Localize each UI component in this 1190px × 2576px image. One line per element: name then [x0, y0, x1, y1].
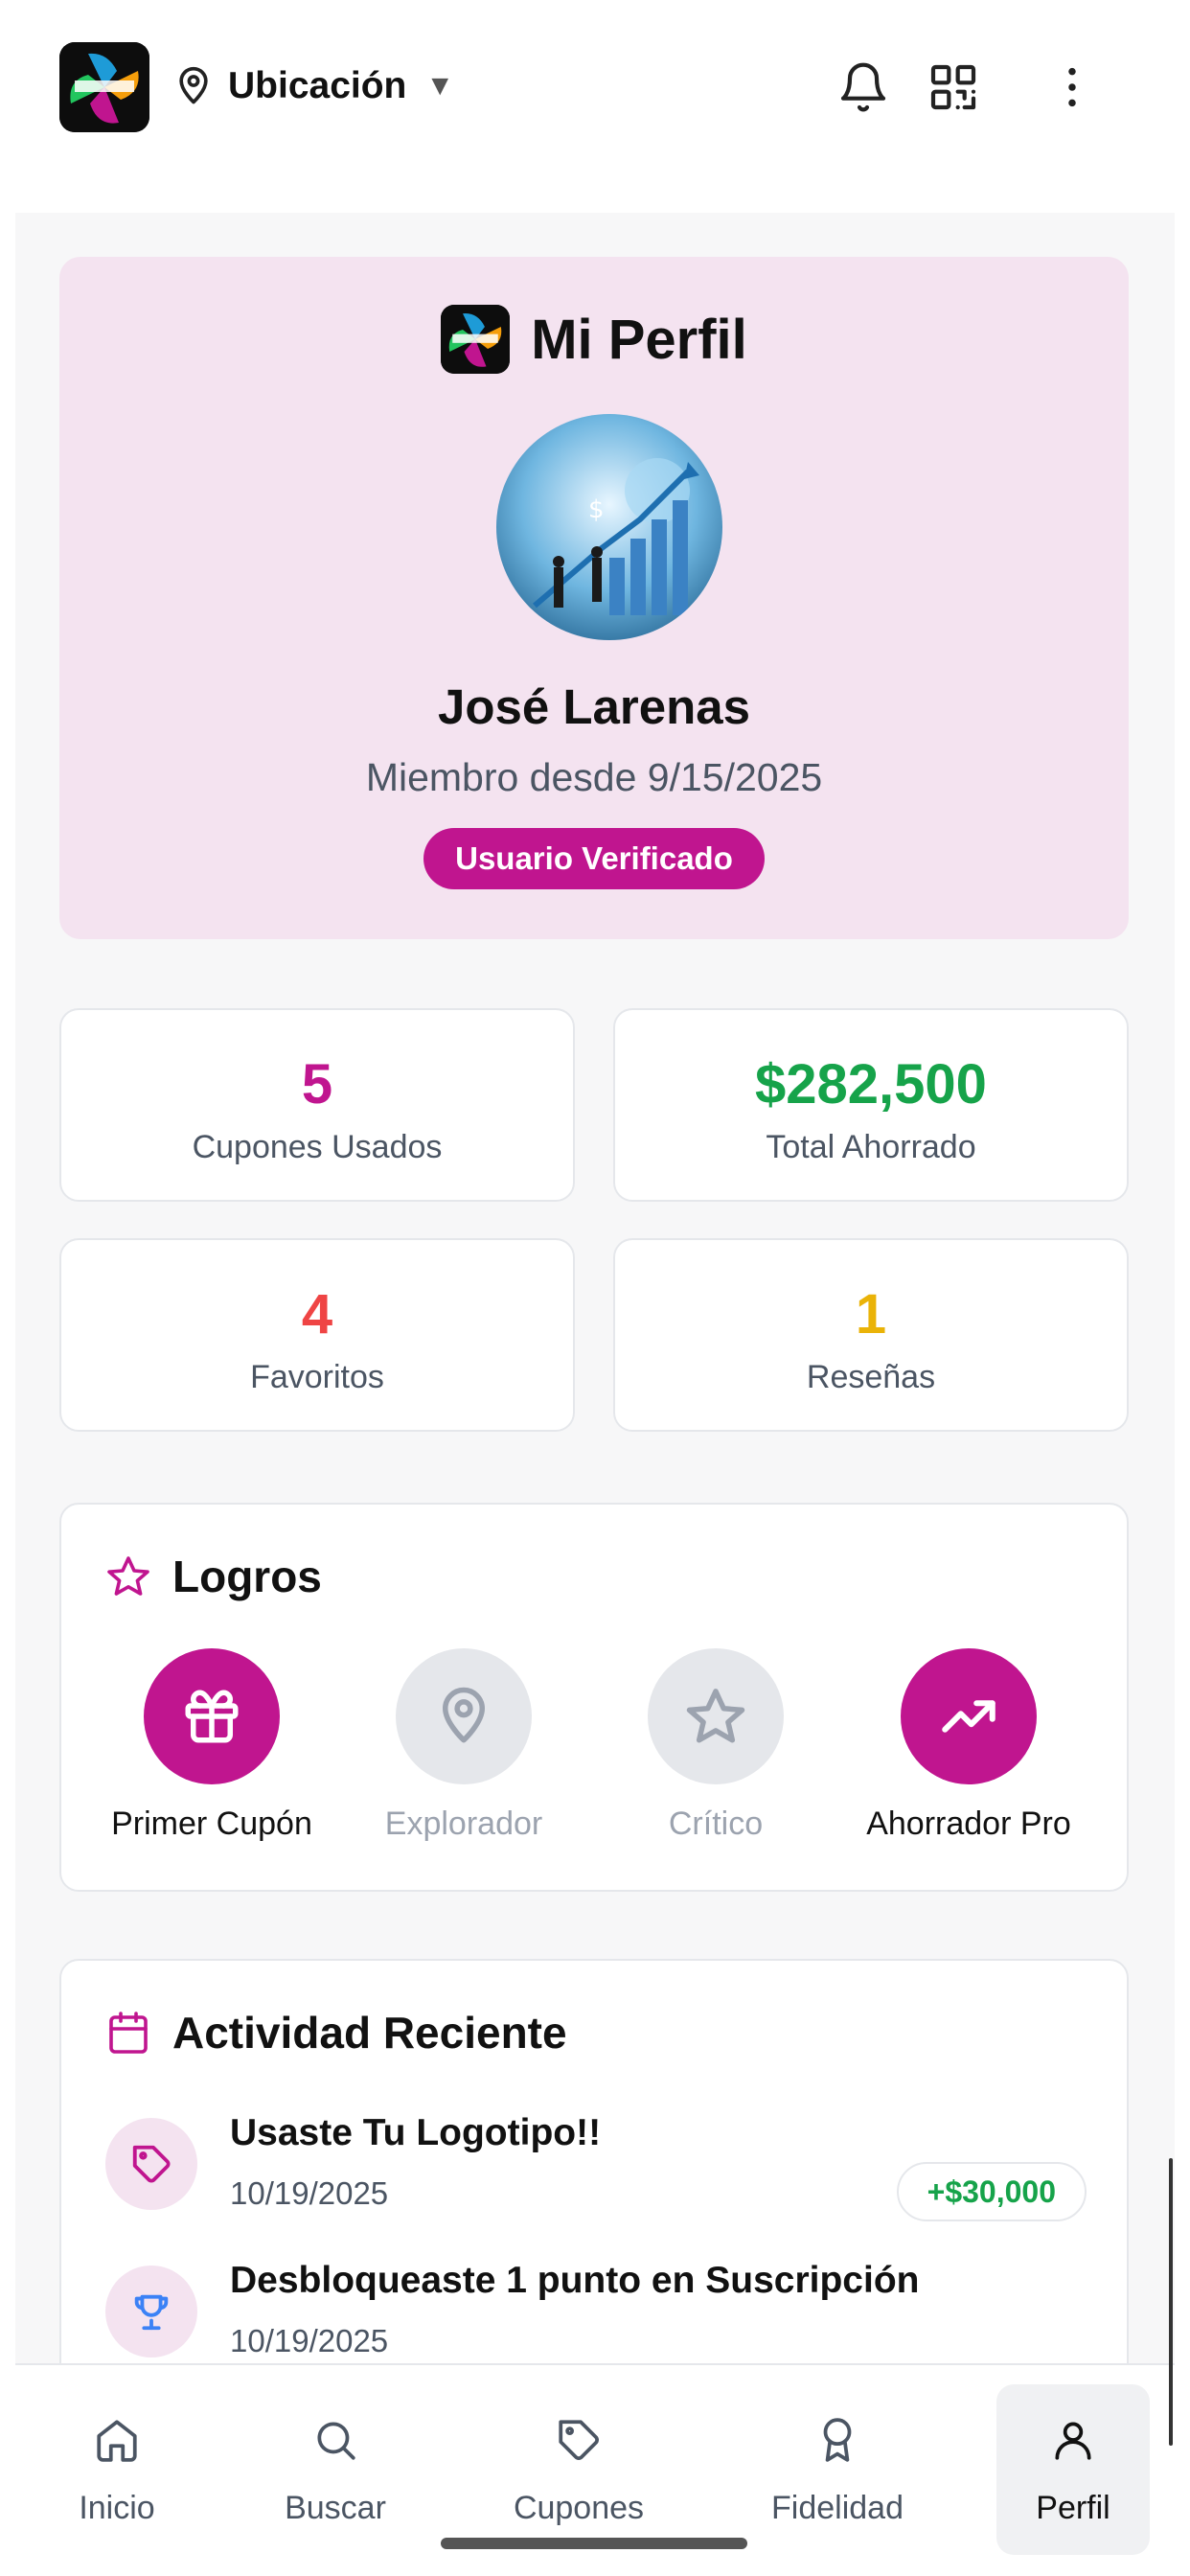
- achievement-explorer[interactable]: Explorador: [344, 1648, 584, 1843]
- home-indicator[interactable]: [441, 2538, 747, 2549]
- profile-card: Mi Perfil $ José Larenas Miembro desde 9…: [59, 257, 1129, 939]
- nav-item-fidelidad[interactable]: Fidelidad: [761, 2384, 914, 2555]
- list-item[interactable]: Desbloqueaste 1 punto en Suscripción 10/…: [105, 2260, 1087, 2363]
- app-logo: [441, 305, 511, 374]
- recent-activity-card: Actividad Reciente Usaste Tu Logotipo!! …: [59, 1959, 1129, 2363]
- activity-title: Desbloqueaste 1 punto en Suscripción: [230, 2260, 920, 2301]
- achievements-card: Logros Primer Cupón Explorador Crítico A…: [59, 1503, 1129, 1892]
- user-name: José Larenas: [437, 679, 751, 734]
- trophy-icon: [105, 2266, 197, 2358]
- scrollbar[interactable]: [1169, 2158, 1173, 2446]
- nav-item-inicio[interactable]: Inicio: [40, 2384, 194, 2555]
- achievement-label: Explorador: [384, 1806, 543, 1842]
- nav-label: Fidelidad: [771, 2490, 904, 2526]
- star-icon: [648, 1648, 784, 1784]
- location-selector[interactable]: Ubicación ▼: [172, 58, 454, 115]
- profile-content[interactable]: Mi Perfil $ José Larenas Miembro desde 9…: [15, 213, 1175, 2363]
- stat-value: 5: [301, 1053, 333, 1116]
- tag-icon: [552, 2413, 606, 2467]
- stat-label: Total Ahorrado: [766, 1129, 976, 1165]
- map-pin-icon: [179, 66, 208, 104]
- stat-label: Reseñas: [806, 1359, 936, 1395]
- location-label: Ubicación: [228, 65, 407, 106]
- nav-item-buscar[interactable]: Buscar: [259, 2384, 412, 2555]
- stat-favorites[interactable]: 4 Favoritos: [59, 1238, 575, 1432]
- stat-value: 4: [301, 1283, 333, 1346]
- stat-coupons-used[interactable]: 5 Cupones Usados: [59, 1008, 575, 1202]
- stat-label: Favoritos: [250, 1359, 384, 1395]
- verified-badge: Usuario Verificado: [423, 828, 765, 889]
- trending-up-icon: [901, 1648, 1037, 1784]
- app-logo[interactable]: [59, 42, 149, 132]
- nav-label: Cupones: [513, 2490, 645, 2526]
- home-icon: [90, 2413, 144, 2467]
- stat-reviews[interactable]: 1 Reseñas: [613, 1238, 1129, 1432]
- achievement-first-coupon[interactable]: Primer Cupón: [92, 1648, 332, 1843]
- map-pin-icon: [396, 1648, 532, 1784]
- more-vertical-icon[interactable]: [1041, 56, 1104, 119]
- achievement-label: Crítico: [668, 1806, 764, 1842]
- award-icon: [811, 2413, 864, 2467]
- avatar[interactable]: $: [496, 414, 722, 640]
- achievements-title: Logros: [172, 1552, 322, 1601]
- stat-total-saved[interactable]: $282,500 Total Ahorrado: [613, 1008, 1129, 1202]
- nav-item-cupones[interactable]: Cupones: [502, 2384, 655, 2555]
- activity-date: 10/19/2025: [230, 2175, 389, 2211]
- gift-icon: [144, 1648, 280, 1784]
- svg-text:$: $: [588, 495, 605, 524]
- achievement-label: Ahorrador Pro: [866, 1806, 1071, 1842]
- nav-label: Buscar: [285, 2490, 386, 2526]
- nav-item-perfil[interactable]: Perfil: [996, 2384, 1150, 2555]
- activity-title: Actividad Reciente: [172, 2008, 567, 2058]
- member-since: Miembro desde 9/15/2025: [365, 755, 823, 799]
- nav-label: Inicio: [79, 2490, 155, 2526]
- calendar-icon: [109, 2012, 148, 2054]
- stat-value: $282,500: [755, 1053, 987, 1116]
- profile-header: Mi Perfil: [59, 305, 1129, 374]
- tag-icon: [105, 2118, 197, 2210]
- list-item[interactable]: Usaste Tu Logotipo!! 10/19/2025 +$30,000: [105, 2112, 1087, 2223]
- user-icon: [1046, 2413, 1100, 2467]
- activity-header: Actividad Reciente: [105, 2007, 567, 2058]
- stat-label: Cupones Usados: [192, 1129, 443, 1165]
- stat-value: 1: [855, 1283, 887, 1346]
- qr-code-icon[interactable]: [922, 56, 985, 119]
- achievement-label: Primer Cupón: [111, 1806, 312, 1842]
- nav-label: Perfil: [1036, 2490, 1110, 2526]
- activity-date: 10/19/2025: [230, 2323, 389, 2358]
- savings-badge: +$30,000: [896, 2162, 1087, 2221]
- top-app-bar: Ubicación ▼: [0, 0, 1190, 213]
- bell-icon[interactable]: [832, 56, 895, 119]
- search-icon: [309, 2413, 362, 2467]
- chevron-down-icon: ▼: [425, 70, 455, 102]
- star-icon: [107, 1556, 149, 1596]
- achievement-pro-saver[interactable]: Ahorrador Pro: [849, 1648, 1088, 1843]
- achievements-header: Logros: [105, 1551, 322, 1602]
- achievement-critic[interactable]: Crítico: [596, 1648, 835, 1843]
- page-title: Mi Perfil: [531, 308, 747, 371]
- activity-title: Usaste Tu Logotipo!!: [230, 2112, 602, 2153]
